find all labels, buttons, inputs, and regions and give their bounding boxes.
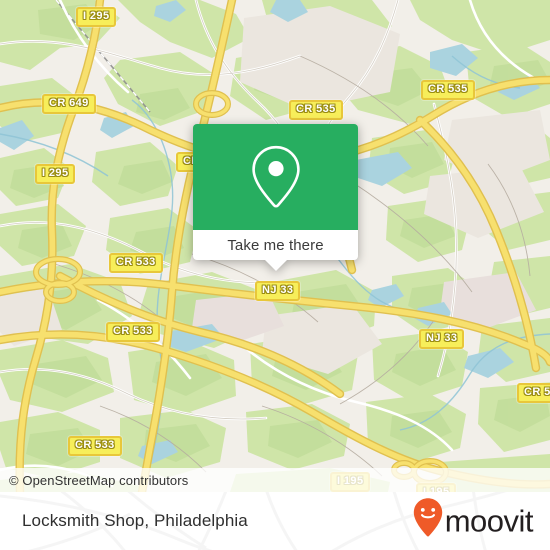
road-shield: CR 535: [421, 80, 475, 100]
take-me-there-label: Take me there: [227, 236, 324, 254]
moovit-pin-smiley-icon: [413, 498, 443, 545]
attribution-text[interactable]: © OpenStreetMap contributors: [0, 473, 188, 488]
destination-popup-card[interactable]: Take me there: [193, 124, 358, 271]
road-shield: CR 52: [517, 383, 550, 403]
road-shield: CR 533: [109, 253, 163, 273]
road-shield: CR 533: [106, 322, 160, 342]
map-attribution-bar: © OpenStreetMap contributors: [0, 468, 550, 492]
road-shield: CR 533: [68, 436, 122, 456]
place-title: Locksmith Shop, Philadelphia: [22, 511, 248, 530]
road-shield: I 295: [76, 7, 117, 27]
map-pin-icon: [250, 144, 302, 210]
popup-pointer-tail: [264, 260, 287, 271]
map-canvas[interactable]: I 295 CR 649 CR 535 CR 535 CR 535 I 295 …: [0, 0, 550, 492]
footer-bar: Locksmith Shop, Philadelphia moovit: [0, 492, 550, 550]
road-shield: I 295: [35, 164, 76, 184]
popup-header: [193, 124, 358, 230]
road-shield: NJ 33: [419, 329, 465, 349]
road-shield: CR 535: [289, 100, 343, 120]
road-shield: NJ 33: [255, 281, 301, 301]
moovit-map-screen: I 295 CR 649 CR 535 CR 535 CR 535 I 295 …: [0, 0, 550, 550]
moovit-wordmark: moovit: [444, 503, 534, 539]
moovit-brand[interactable]: moovit: [413, 498, 534, 545]
road-shield: CR 649: [42, 94, 96, 114]
popup-footer[interactable]: Take me there: [193, 230, 358, 271]
